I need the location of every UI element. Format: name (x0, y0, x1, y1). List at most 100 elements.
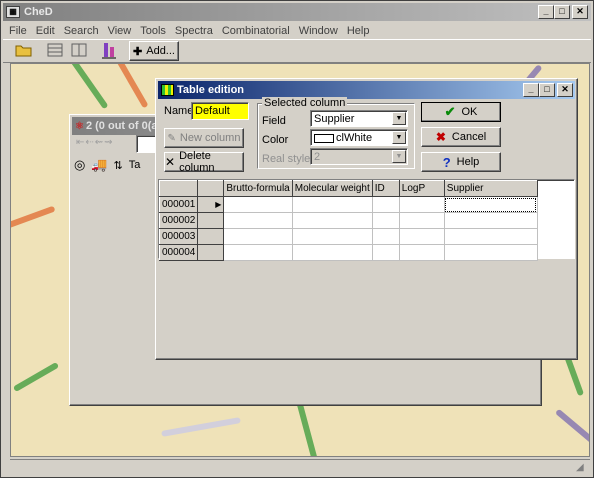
nav-first-icon[interactable]: ⇤ (76, 137, 85, 148)
dialog-minimize-button[interactable]: _ (523, 83, 539, 97)
grid-cell[interactable] (443, 228, 538, 245)
grid-cell[interactable] (371, 196, 400, 213)
record-number-field[interactable] (136, 135, 156, 153)
color-label: Color (262, 134, 289, 146)
chevron-down-icon[interactable]: ▼ (392, 131, 406, 144)
column-header[interactable]: Molecular weight (291, 180, 373, 197)
vertical-split-icon[interactable] (71, 43, 89, 59)
grid-cell[interactable] (223, 196, 293, 213)
nav-prev-icon[interactable]: ⇠ (85, 137, 94, 148)
current-row-icon: ▶ (197, 196, 225, 213)
menu-combinatorial[interactable]: Combinatorial (222, 25, 290, 37)
table-row[interactable]: 000003 (158, 228, 538, 245)
cancel-x-icon: ✖ (435, 130, 446, 144)
grid-header-row: Brutto-formula Molecular weight ID LogP … (158, 180, 538, 197)
main-titlebar[interactable]: ▦ CheD _ □ ✕ (3, 3, 591, 21)
app-title: CheD (24, 6, 53, 18)
column-header[interactable]: Supplier (443, 180, 538, 197)
color-select[interactable]: clWhite ▼ (310, 129, 408, 146)
close-button[interactable]: ✕ (572, 5, 588, 19)
grid-cell[interactable] (398, 244, 445, 261)
row-header: 000004 (158, 244, 199, 261)
bg-stroke (161, 417, 241, 437)
sort-arrows-icon[interactable]: ⇅ (114, 159, 123, 172)
column-header[interactable]: ID (371, 180, 400, 197)
nav-back-icon[interactable]: ⇜ (95, 137, 104, 148)
field-select[interactable]: Supplier ▼ (310, 110, 408, 127)
table-row[interactable]: 000001 ▶ (158, 196, 538, 213)
name-field[interactable]: Default (191, 102, 249, 120)
horizontal-split-icon[interactable] (47, 43, 65, 59)
open-folder-icon[interactable] (15, 43, 35, 59)
menu-window[interactable]: Window (299, 25, 338, 37)
minimize-button[interactable]: _ (538, 5, 554, 19)
grid-cell[interactable] (291, 244, 373, 261)
check-icon: ✔ (444, 104, 456, 119)
grid-cell[interactable] (291, 228, 373, 245)
row-indicator (197, 244, 225, 261)
menu-view[interactable]: View (108, 25, 132, 37)
column-header[interactable]: Brutto-formula (223, 180, 293, 197)
size-grip-icon[interactable]: ◢ (576, 462, 588, 474)
grid-cell[interactable] (223, 212, 293, 229)
grid-cell[interactable] (223, 228, 293, 245)
columns-grid[interactable]: Brutto-formula Molecular weight ID LogP … (158, 179, 575, 261)
row-indicator (197, 212, 225, 229)
maximize-button[interactable]: □ (554, 5, 570, 19)
menu-edit[interactable]: Edit (36, 25, 55, 37)
column-header[interactable]: LogP (398, 180, 445, 197)
ok-button[interactable]: ✔ OK (421, 102, 501, 122)
cancel-button[interactable]: ✖ Cancel (421, 127, 501, 147)
grid-cell[interactable] (223, 244, 293, 261)
grid-cell[interactable] (443, 196, 538, 213)
grid-cell[interactable] (398, 228, 445, 245)
dialog-maximize-button[interactable]: □ (539, 83, 555, 97)
real-style-label: Real style (262, 153, 311, 165)
tab-label: Ta (128, 159, 141, 171)
grid-cell[interactable] (398, 212, 445, 229)
bg-stroke (11, 205, 56, 229)
toolbar: ✚ Add... (3, 39, 591, 63)
vehicle-icon[interactable]: 🚚 (91, 157, 107, 173)
grid-cell[interactable] (398, 196, 445, 213)
nav-next-icon[interactable]: ⇝ (104, 137, 113, 148)
menu-help[interactable]: Help (347, 25, 370, 37)
grid-cell[interactable] (371, 212, 400, 229)
target-icon[interactable]: ◎ (74, 157, 85, 173)
chevron-down-icon[interactable]: ▼ (392, 112, 406, 125)
help-label: Help (456, 156, 480, 168)
menu-file[interactable]: File (9, 25, 27, 37)
add-button[interactable]: ✚ Add... (129, 41, 179, 61)
grid-cell[interactable] (371, 228, 400, 245)
row-indicator (197, 228, 225, 245)
dialog-close-button[interactable]: ✕ (557, 83, 573, 97)
cancel-label: Cancel (451, 131, 487, 143)
row-header: 000001 (158, 196, 199, 213)
grid-cell[interactable] (291, 196, 373, 213)
grid-cell[interactable] (291, 212, 373, 229)
grid-corner (158, 180, 199, 197)
field-label: Field (262, 115, 286, 127)
delete-column-icon: ✕ (165, 155, 176, 169)
delete-column-button[interactable]: ✕ Delete column (164, 150, 244, 174)
menu-search[interactable]: Search (64, 25, 99, 37)
table-row[interactable]: 000002 (158, 212, 538, 229)
flask-icon[interactable] (101, 42, 119, 60)
grid-cell[interactable] (443, 212, 538, 229)
bg-stroke (12, 361, 60, 393)
menu-spectra[interactable]: Spectra (175, 25, 213, 37)
help-button[interactable]: ? Help (421, 152, 501, 172)
table-row[interactable]: 000004 (158, 244, 538, 261)
child-title: 2 (0 out of 0(a (85, 120, 158, 132)
menu-tools[interactable]: Tools (140, 25, 166, 37)
new-column-button[interactable]: ✎ New column (164, 128, 244, 148)
chevron-down-icon[interactable]: ▼ (392, 150, 406, 163)
dialog-titlebar[interactable]: Table edition _ □ ✕ (158, 81, 575, 99)
grid-table: Brutto-formula Molecular weight ID LogP … (158, 180, 538, 261)
grid-cell[interactable] (371, 244, 400, 261)
real-style-select[interactable]: 2 ▼ (310, 148, 408, 165)
grid-cell[interactable] (443, 244, 538, 261)
status-bar: ◢ (10, 459, 590, 475)
molecule-icon: ⚛ (75, 120, 84, 132)
child-toolbar: ◎ 🚚 ⇅ Ta (74, 155, 164, 175)
